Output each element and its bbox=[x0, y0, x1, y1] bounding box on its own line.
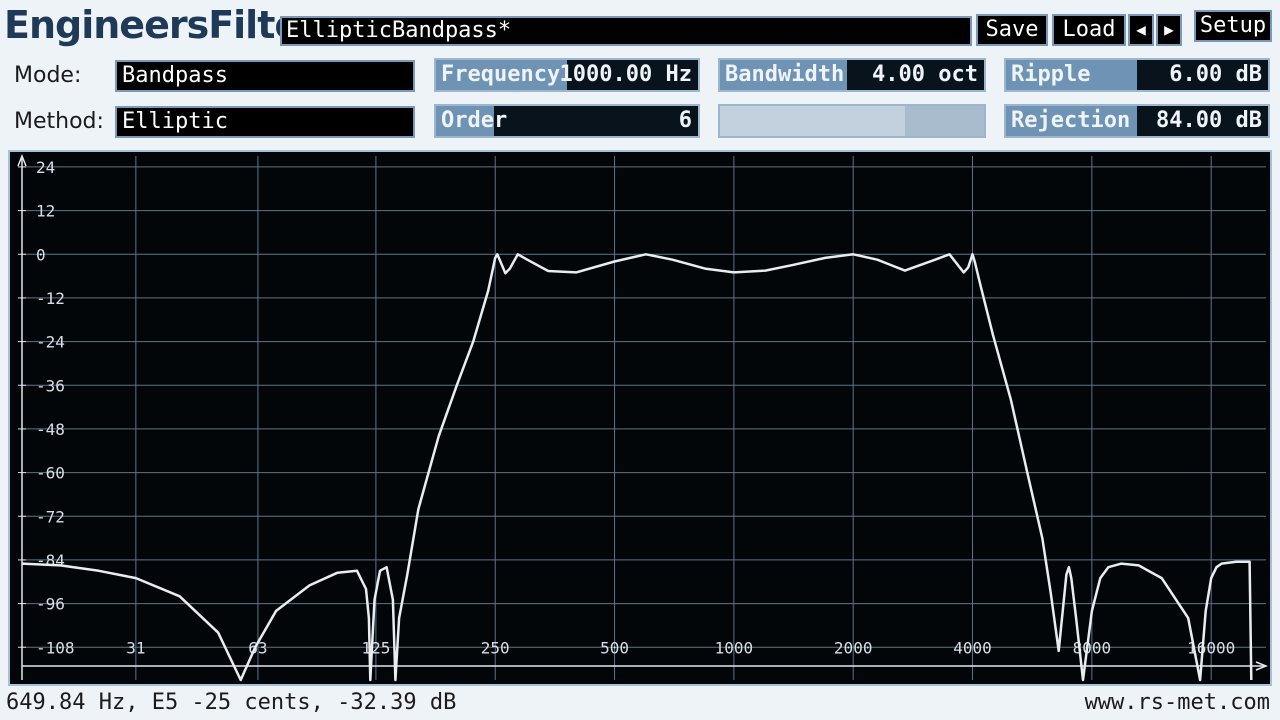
method-label: Method: bbox=[14, 109, 104, 134]
mode-dropdown[interactable]: Bandpass bbox=[115, 60, 415, 92]
previous-preset-button[interactable]: ◀ bbox=[1128, 14, 1154, 46]
app-title: EngineersFilter bbox=[4, 3, 318, 47]
rejection-value: 84.00 dB bbox=[1156, 108, 1262, 133]
y-tick-label: -36 bbox=[36, 376, 65, 395]
unused-slider-fill bbox=[720, 106, 905, 136]
y-tick-label: -72 bbox=[36, 507, 65, 526]
ripple-slider[interactable]: Ripple 6.00 dB bbox=[1004, 58, 1270, 92]
bandwidth-slider[interactable]: Bandwidth 4.00 oct bbox=[718, 58, 986, 92]
y-tick-label: 24 bbox=[36, 158, 55, 177]
x-tick-label: 4000 bbox=[953, 638, 992, 657]
y-tick-label: 12 bbox=[36, 202, 55, 221]
next-preset-button[interactable]: ▶ bbox=[1156, 14, 1182, 46]
mode-label: Mode: bbox=[14, 63, 82, 88]
y-tick-label: 0 bbox=[36, 245, 46, 264]
bandwidth-label: Bandwidth bbox=[725, 62, 845, 87]
method-dropdown[interactable]: Elliptic bbox=[115, 106, 415, 138]
setup-button[interactable]: Setup bbox=[1194, 10, 1272, 42]
x-tick-label: 31 bbox=[126, 638, 145, 657]
y-tick-label: -12 bbox=[36, 289, 65, 308]
preset-name-field[interactable]: EllipticBandpass* bbox=[280, 16, 972, 46]
order-value: 6 bbox=[678, 108, 692, 133]
y-tick-label: -84 bbox=[36, 551, 65, 570]
rejection-slider[interactable]: Rejection 84.00 dB bbox=[1004, 104, 1270, 138]
ripple-value: 6.00 dB bbox=[1169, 62, 1262, 87]
frequency-response-plot[interactable]: 24 12 0 -12 -24 -36 -48 -60 -72 -84 -96 -108 31 63 125… bbox=[8, 150, 1272, 686]
x-tick-label: 250 bbox=[481, 638, 510, 657]
magnitude-response-curve bbox=[21, 253, 1253, 682]
y-tick-label: -108 bbox=[36, 638, 75, 657]
x-tick-label: 500 bbox=[600, 638, 629, 657]
unused-slider bbox=[718, 104, 986, 138]
load-button[interactable]: Load bbox=[1052, 14, 1126, 46]
website-link[interactable]: www.rs-met.com bbox=[1085, 689, 1270, 717]
x-tick-label: 125 bbox=[361, 638, 390, 657]
frequency-value: 1000.00 Hz bbox=[559, 62, 692, 87]
frequency-label: Frequency bbox=[441, 62, 561, 87]
y-tick-label: -96 bbox=[36, 595, 65, 614]
bandwidth-value: 4.00 oct bbox=[872, 62, 978, 87]
y-tick-label: -60 bbox=[36, 464, 65, 483]
y-tick-label: -48 bbox=[36, 420, 65, 439]
order-slider[interactable]: Order 6 bbox=[434, 104, 700, 138]
cursor-readout: 649.84 Hz, E5 -25 cents, -32.39 dB bbox=[6, 690, 457, 715]
frequency-slider[interactable]: Frequency 1000.00 Hz bbox=[434, 58, 700, 92]
rejection-label: Rejection bbox=[1011, 108, 1131, 133]
x-tick-label: 2000 bbox=[834, 638, 873, 657]
ripple-label: Ripple bbox=[1011, 62, 1091, 87]
frequency-response-chart: 24120-12-24-36-48-60-72-84-96-108 31 63 125… bbox=[17, 153, 1269, 682]
y-tick-label: -24 bbox=[36, 333, 65, 352]
order-label: Order bbox=[441, 108, 508, 133]
x-tick-label: 1000 bbox=[715, 638, 754, 657]
save-button[interactable]: Save bbox=[976, 14, 1048, 46]
